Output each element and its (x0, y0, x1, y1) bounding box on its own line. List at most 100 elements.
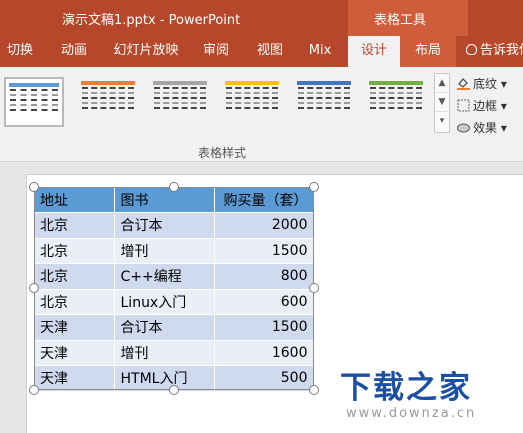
effects-label: 效果 (473, 121, 498, 135)
table-cell[interactable]: 天津 (34, 314, 115, 341)
resize-handle[interactable] (169, 182, 179, 192)
style-row-swatch (226, 102, 278, 104)
header-cell[interactable]: 图书 (114, 187, 215, 213)
style-row-swatch (82, 92, 134, 94)
style-row-swatch (298, 92, 350, 94)
document-title: 演示文稿1.pptx - PowerPoint (62, 13, 241, 28)
style-row-swatch (82, 97, 134, 99)
table-cell[interactable]: 800 (214, 263, 315, 290)
table-style-option[interactable] (366, 77, 426, 127)
chevron-down-icon: ▾ (497, 121, 507, 135)
tab-animations[interactable]: 动画 (54, 36, 94, 67)
style-row-swatch (370, 92, 422, 94)
tab-slideshow[interactable]: 幻灯片放映 (108, 36, 184, 67)
style-row-swatch (370, 87, 422, 89)
style-row-swatch (370, 102, 422, 104)
table-cell[interactable]: 北京 (34, 212, 115, 239)
table-cell[interactable]: 天津 (34, 340, 115, 366)
style-row-swatch (298, 107, 350, 109)
tab-review[interactable]: 审阅 (196, 36, 236, 67)
resize-handle[interactable] (309, 283, 319, 293)
style-row-swatch (82, 107, 134, 109)
tab-design[interactable]: 设计 (348, 36, 400, 67)
resize-handle[interactable] (309, 385, 319, 395)
table-cell[interactable]: 增刊 (114, 238, 215, 264)
table-cell[interactable]: 天津 (34, 365, 115, 392)
table-row[interactable]: 天津 增刊 1600 (34, 340, 315, 366)
resize-handle[interactable] (29, 182, 39, 192)
table-cell[interactable]: 北京 (34, 289, 115, 315)
effects-button[interactable]: 效果 ▾ (457, 119, 507, 137)
style-header-swatch (297, 81, 351, 85)
table-style-option[interactable] (294, 77, 354, 127)
table-row[interactable]: 北京 C++编程 800 (34, 263, 315, 290)
style-row-swatch (82, 87, 134, 89)
style-row-swatch (226, 92, 278, 94)
table-style-gallery[interactable] (2, 73, 434, 133)
gallery-expand-icon[interactable]: ▾ (435, 112, 449, 131)
table-style-option[interactable] (222, 77, 282, 127)
style-row-swatch (82, 102, 134, 104)
style-row-swatch (10, 94, 58, 96)
table-row[interactable]: 北京 合订本 2000 (34, 212, 315, 239)
table-cell[interactable]: Linux入门 (114, 289, 215, 315)
tab-view[interactable]: 视图 (250, 36, 290, 67)
table-row[interactable]: 天津 合订本 1500 (34, 314, 315, 341)
resize-handle[interactable] (29, 385, 39, 395)
style-row-swatch (10, 104, 58, 106)
style-row-swatch (298, 97, 350, 99)
table-row[interactable]: 北京 增刊 1500 (34, 238, 315, 264)
table-cell[interactable]: 北京 (34, 238, 115, 264)
style-header-swatch (225, 81, 279, 85)
shading-label: 底纹 (473, 77, 498, 91)
table-cell[interactable]: HTML入门 (114, 365, 215, 392)
tell-me-box[interactable]: 告诉我你 (466, 36, 523, 67)
style-row-swatch (298, 87, 350, 89)
header-cell[interactable]: 地址 (34, 187, 115, 213)
data-table[interactable]: 地址 图书 购买量（套） 北京 合订本 2000 北京 增刊 1500 北京 C… (34, 187, 315, 392)
chevron-down-icon: ▾ (497, 99, 507, 113)
shading-button[interactable]: 底纹 ▾ (457, 75, 507, 93)
header-cell[interactable]: 购买量（套） (214, 187, 315, 213)
style-row-swatch (10, 109, 58, 111)
scroll-up-icon[interactable]: ▲ (435, 74, 449, 93)
resize-handle[interactable] (29, 283, 39, 293)
resize-handle[interactable] (169, 385, 179, 395)
table-cell[interactable]: 1500 (214, 238, 315, 264)
table-cell[interactable]: 600 (214, 289, 315, 315)
tab-layout[interactable]: 布局 (400, 36, 456, 67)
table-cell[interactable]: C++编程 (114, 263, 215, 290)
table-cell[interactable]: 增刊 (114, 340, 215, 366)
table-style-option[interactable] (78, 77, 138, 127)
table-cell[interactable]: 1500 (214, 314, 315, 341)
table-cell[interactable]: 合订本 (114, 314, 215, 341)
border-label: 边框 (473, 99, 498, 113)
tab-mix[interactable]: Mix (302, 36, 338, 67)
style-row-swatch (154, 92, 206, 94)
style-row-swatch (226, 87, 278, 89)
gallery-scroll[interactable]: ▲ ▼ ▾ (434, 73, 450, 133)
table-cell[interactable]: 合订本 (114, 212, 215, 239)
style-header-swatch (81, 81, 135, 85)
tell-me-label: 告诉我你 (480, 43, 523, 58)
tab-transitions[interactable]: 切换 (0, 36, 40, 67)
watermark-url: www.downza.cn (346, 406, 477, 421)
resize-handle[interactable] (309, 182, 319, 192)
table-tools-title: 表格工具 (374, 13, 427, 28)
table-cell[interactable]: 500 (214, 365, 315, 392)
style-row-swatch (226, 107, 278, 109)
table-style-option[interactable] (4, 77, 64, 127)
table-cell[interactable]: 1600 (214, 340, 315, 366)
table-styles-group-label: 表格样式 (198, 146, 247, 160)
scroll-down-icon[interactable]: ▼ (435, 93, 449, 112)
table-row[interactable]: 北京 Linux入门 600 (34, 289, 315, 315)
table-style-option[interactable] (150, 77, 210, 127)
watermark-logo: 下载之家 (340, 370, 472, 406)
chevron-down-icon: ▾ (497, 77, 507, 91)
style-row-swatch (370, 97, 422, 99)
table-cell[interactable]: 2000 (214, 212, 315, 239)
style-row-swatch (154, 107, 206, 109)
border-button[interactable]: 边框 ▾ (457, 97, 507, 115)
table-cell[interactable]: 北京 (34, 263, 115, 290)
style-row-swatch (154, 97, 206, 99)
